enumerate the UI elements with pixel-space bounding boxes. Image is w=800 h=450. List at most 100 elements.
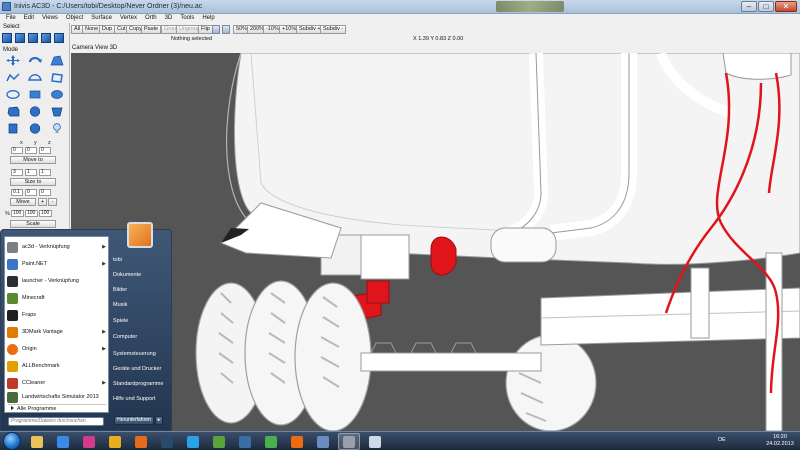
taskbar-app-button[interactable] <box>234 433 256 450</box>
disc-tool-icon[interactable] <box>50 89 64 100</box>
menu-object[interactable]: Object <box>66 14 83 23</box>
place-games[interactable]: Spiele <box>113 318 128 324</box>
shutdown-options-icon[interactable]: ▸ <box>155 416 163 425</box>
move-plus-button[interactable]: + <box>38 198 47 206</box>
select-surface-icon[interactable] <box>15 33 25 43</box>
offset-x-field[interactable]: 0.1 <box>11 189 23 196</box>
taskbar-app-button[interactable] <box>26 433 48 450</box>
taskbar-app-button[interactable] <box>286 433 308 450</box>
taskbar-app-button[interactable] <box>52 433 74 450</box>
taskbar-app-button[interactable] <box>156 433 178 450</box>
size-y-field[interactable]: 1 <box>25 169 37 176</box>
duplicate-button[interactable]: Dup <box>99 25 116 34</box>
light-tool-icon[interactable] <box>50 123 64 134</box>
program-farming-simulator[interactable]: Landwirtschafts Simulator 2013 <box>7 389 107 405</box>
move-y-field[interactable]: 0 <box>25 147 37 154</box>
size-x-field[interactable]: 3 <box>11 169 23 176</box>
all-programs-link[interactable]: Alle Programme <box>11 406 56 412</box>
taskbar-app-button[interactable] <box>130 433 152 450</box>
maximize-button[interactable]: □ <box>758 1 774 12</box>
scale-x-field[interactable]: 100 <box>11 210 24 217</box>
taskbar-app-button[interactable] <box>78 433 100 450</box>
size-to-button[interactable]: Size to <box>10 178 56 186</box>
submenu-arrow-icon[interactable]: ▶ <box>102 329 106 335</box>
place-devices-printers[interactable]: Geräte und Drucker <box>113 366 161 372</box>
mesh-tool-icon[interactable] <box>6 123 20 134</box>
program-3dmark[interactable]: 3DMark Vantage ▶ <box>7 324 107 340</box>
language-indicator[interactable]: DE <box>718 437 726 443</box>
select-group-icon[interactable] <box>41 33 51 43</box>
sphere-tool-icon[interactable] <box>28 106 42 117</box>
place-pictures[interactable]: Bilder <box>113 287 127 293</box>
scale-z-field[interactable]: 100 <box>39 210 52 217</box>
polygon-tool-icon[interactable] <box>50 72 64 83</box>
select-edge-icon[interactable] <box>54 33 64 43</box>
place-help-support[interactable]: Hilfe und Support <box>113 396 156 402</box>
place-documents[interactable]: Dokumente <box>113 272 141 278</box>
program-allbenchmark[interactable]: ALLBenchmark <box>7 358 107 374</box>
offset-z-field[interactable]: 0 <box>39 189 51 196</box>
submenu-arrow-icon[interactable]: ▶ <box>102 380 106 386</box>
place-music[interactable]: Musik <box>113 302 127 308</box>
paste-button[interactable]: Paste <box>141 25 162 34</box>
globe-tool-icon[interactable] <box>28 123 42 134</box>
rotate-icon[interactable] <box>222 25 230 34</box>
select-object-icon[interactable] <box>2 33 12 43</box>
size-z-field[interactable]: 1 <box>39 169 51 176</box>
move-tool-icon[interactable] <box>6 55 20 66</box>
title-bar[interactable]: Inivis AC3D - C:/Users/tobi/Desktop/Neve… <box>0 0 800 14</box>
shutdown-button[interactable]: Herunterfahren <box>114 416 154 425</box>
program-fraps[interactable]: Fraps <box>7 307 107 323</box>
menu-surface[interactable]: Surface <box>91 14 112 23</box>
minimize-button[interactable]: – <box>741 1 757 12</box>
start-search-input[interactable]: Programme/Dateien durchsuchen <box>8 417 104 426</box>
menu-edit[interactable]: Edit <box>24 14 34 23</box>
menu-tools[interactable]: Tools <box>180 14 194 23</box>
submenu-arrow-icon[interactable]: ▶ <box>102 244 106 250</box>
taskbar-app-button[interactable] <box>364 433 386 450</box>
rotate-tool-icon[interactable] <box>28 55 42 66</box>
scale-button[interactable]: Scale <box>10 220 56 228</box>
line-tool-icon[interactable] <box>6 72 20 83</box>
curve-tool-icon[interactable] <box>28 72 42 83</box>
place-default-programs[interactable]: Standardprogramme <box>113 381 163 387</box>
taskbar-app-button[interactable] <box>260 433 282 450</box>
move-to-button[interactable]: Move to <box>10 156 56 164</box>
menu-views[interactable]: Views <box>42 14 58 23</box>
program-ac3d[interactable]: ac3d - Verknüpfung ▶ <box>7 239 107 255</box>
menu-3d[interactable]: 3D <box>165 14 173 23</box>
submenu-arrow-icon[interactable]: ▶ <box>102 346 106 352</box>
taskbar-app-button[interactable] <box>104 433 126 450</box>
flip-icon[interactable] <box>212 25 220 34</box>
move-x-field[interactable]: 0 <box>11 147 23 154</box>
place-computer[interactable]: Computer <box>113 334 137 340</box>
taskbar-app-button[interactable] <box>312 433 334 450</box>
move-button[interactable]: Move <box>10 198 36 206</box>
ellipse-tool-icon[interactable] <box>6 89 20 100</box>
select-vertex-icon[interactable] <box>28 33 38 43</box>
taskbar-app-button[interactable] <box>182 433 204 450</box>
program-minecraft[interactable]: Minecraft <box>7 290 107 306</box>
box-tool-icon[interactable] <box>6 106 20 117</box>
program-paintnet[interactable]: Paint.NET ▶ <box>7 256 107 272</box>
close-button[interactable]: ✕ <box>775 1 797 12</box>
offset-y-field[interactable]: 0 <box>25 189 37 196</box>
3d-viewport[interactable] <box>71 53 800 431</box>
rectangle-tool-icon[interactable] <box>28 89 42 100</box>
program-origin[interactable]: Origin ▶ <box>7 341 107 357</box>
menu-file[interactable]: File <box>6 14 16 23</box>
scale-y-field[interactable]: 100 <box>25 210 38 217</box>
poly-tool-icon[interactable] <box>50 55 64 66</box>
subdivide-minus-button[interactable]: Subdiv - <box>320 25 347 34</box>
taskbar-app-button[interactable] <box>338 433 360 450</box>
flip-button[interactable]: Flip <box>198 25 213 34</box>
cylinder-tool-icon[interactable] <box>50 106 64 117</box>
taskbar-clock[interactable]: 16:20 24.02.2013 <box>762 434 798 448</box>
move-z-field[interactable]: 0 <box>39 147 51 154</box>
start-button-icon[interactable] <box>3 432 21 450</box>
place-control-panel[interactable]: Systemsteuerung <box>113 351 156 357</box>
user-avatar[interactable] <box>127 222 153 248</box>
place-user[interactable]: tobi <box>113 257 122 263</box>
menu-orth[interactable]: Orth <box>145 14 157 23</box>
program-launcher[interactable]: launcher - Verknüpfung <box>7 273 107 289</box>
